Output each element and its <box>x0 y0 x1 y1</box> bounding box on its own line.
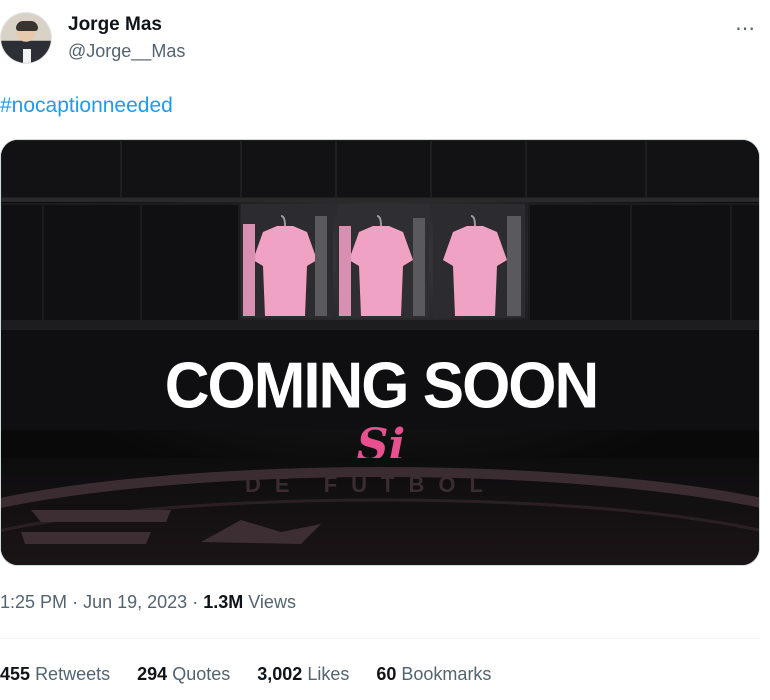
views-count: 1.3M <box>203 592 244 612</box>
retweets-stat[interactable]: 455 Retweets <box>0 664 110 685</box>
author-handle[interactable]: @Jorge__Mas <box>68 41 185 62</box>
bookmarks-stat[interactable]: 60 Bookmarks <box>376 664 491 685</box>
meta-separator: · <box>192 592 199 612</box>
divider <box>0 638 760 639</box>
meta-separator: · <box>72 592 79 612</box>
likes-label: Likes <box>307 664 350 684</box>
quotes-label: Quotes <box>172 664 231 684</box>
floor-text: DE FUTBOL <box>245 472 497 497</box>
bookmarks-count: 60 <box>376 664 397 684</box>
author-name[interactable]: Jorge Mas <box>68 14 162 36</box>
retweets-count: 455 <box>0 664 31 684</box>
quotes-stat[interactable]: 294 Quotes <box>137 664 230 685</box>
tweet-header: Jorge Mas @Jorge__Mas ⋯ <box>0 8 770 72</box>
retweets-label: Retweets <box>35 664 111 684</box>
tweet-time[interactable]: 1:25 PM <box>0 592 67 612</box>
avatar-shirt <box>23 49 31 63</box>
likes-count: 3,002 <box>257 664 303 684</box>
likes-stat[interactable]: 3,002 Likes <box>257 664 349 685</box>
avatar[interactable] <box>0 12 52 64</box>
engagement-stats: 455 Retweets 294 Quotes 3,002 Likes 60 B… <box>0 664 513 685</box>
more-options-icon[interactable]: ⋯ <box>735 16 756 41</box>
locker-room-image: COMING SOON Si DE FUTBOL <box>1 140 759 565</box>
views-label: Views <box>248 592 296 612</box>
bookmarks-label: Bookmarks <box>401 664 492 684</box>
headline-text: COMING SOON <box>165 349 598 422</box>
tweet-media-image[interactable]: COMING SOON Si DE FUTBOL <box>0 139 760 566</box>
quotes-count: 294 <box>137 664 168 684</box>
tweet-date[interactable]: Jun 19, 2023 <box>83 592 187 612</box>
tweet-meta: 1:25 PM · Jun 19, 2023 · 1.3M Views <box>0 592 296 613</box>
avatar-hair <box>16 21 38 31</box>
tweet-hashtag[interactable]: #nocaptionneeded <box>0 94 173 118</box>
